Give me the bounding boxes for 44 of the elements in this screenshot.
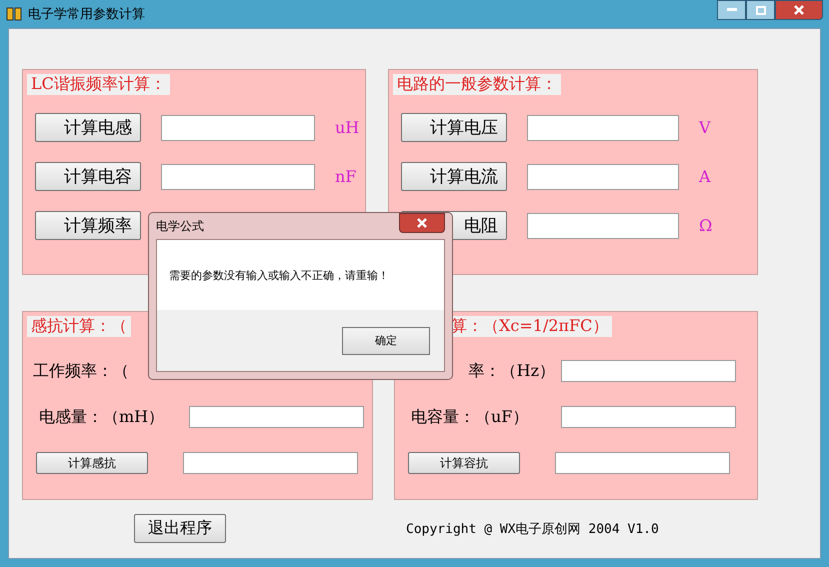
input-field[interactable] [561, 360, 736, 382]
minimize-button[interactable] [717, 0, 746, 20]
unit-label: Ω [699, 216, 712, 235]
calculate-button[interactable]: 计算电感 [35, 113, 141, 142]
calculate-button[interactable]: 计算电流 [401, 162, 507, 191]
input-field[interactable] [527, 164, 679, 190]
minimize-icon [726, 8, 736, 12]
unit-label: V [699, 118, 711, 137]
maximize-icon [756, 6, 766, 14]
unit-label: uH [335, 118, 360, 137]
unit-label: A [699, 167, 711, 186]
app-icon [6, 7, 22, 21]
field-label: 电感量：（mH） [38, 406, 166, 428]
input-field[interactable] [527, 212, 679, 238]
unit-label: nF [335, 167, 356, 186]
input-field[interactable] [183, 452, 358, 474]
panel-title: LC谐振频率计算： [27, 74, 170, 95]
copyright-text: Copyright @ WX电子原创网 2004 V1.0 [406, 520, 659, 538]
field-label: 率：（Hz） [468, 360, 555, 382]
input-field[interactable] [161, 164, 315, 190]
input-field[interactable] [555, 452, 730, 474]
panel-title: 电路的一般参数计算： [393, 74, 561, 95]
window-title: 电子学常用参数计算 [28, 6, 145, 23]
input-field[interactable] [527, 114, 679, 140]
close-button[interactable] [399, 213, 445, 233]
maximize-button[interactable] [746, 0, 775, 20]
close-icon [417, 218, 427, 228]
exit-button[interactable]: 退出程序 [134, 514, 226, 543]
ok-button[interactable]: 确定 [342, 326, 430, 354]
field-label: 工作频率：（ [33, 360, 130, 382]
calculate-button[interactable]: 计算感抗 [36, 452, 148, 474]
close-icon [794, 5, 804, 15]
dialog-title: 电学公式 [156, 218, 204, 234]
calculate-button[interactable]: 计算容抗 [408, 452, 520, 474]
calculate-button[interactable]: 计算电压 [401, 113, 507, 142]
calculate-button[interactable]: 计算频率 [35, 211, 141, 240]
dialog-message: 需要的参数没有输入或输入不正确，请重输！ [168, 268, 390, 284]
calculate-button[interactable]: 计算电容 [35, 162, 141, 191]
input-field[interactable] [561, 406, 736, 428]
field-label: 电容量：（uF） [410, 406, 530, 428]
close-button[interactable] [775, 0, 823, 20]
panel-title: 感抗计算：（ [27, 316, 131, 337]
input-field[interactable] [189, 406, 364, 428]
input-field[interactable] [161, 114, 315, 140]
